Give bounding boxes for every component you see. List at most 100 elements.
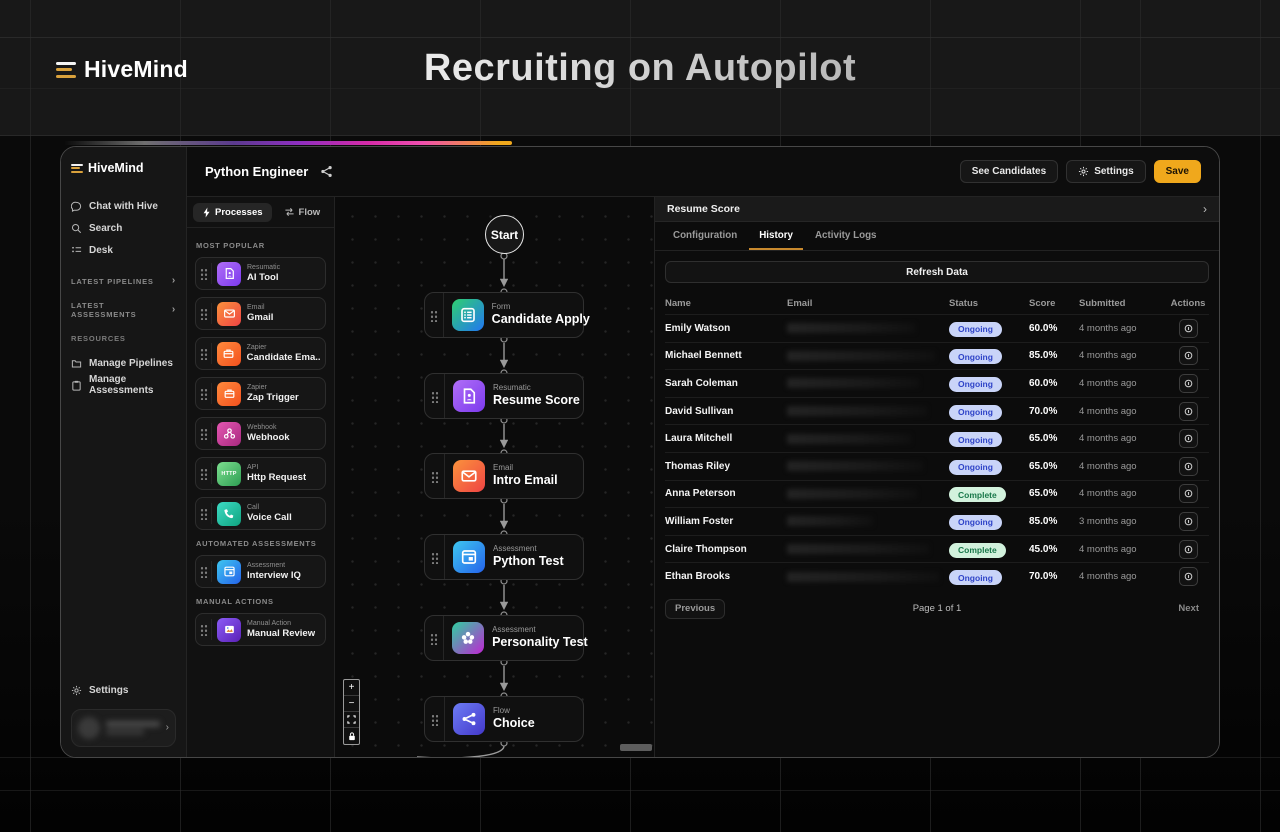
- flow-canvas[interactable]: Start FormCandidate Apply ResumaticResum…: [335, 197, 655, 757]
- drag-handle-icon[interactable]: [425, 697, 445, 741]
- view-candidate-button[interactable]: [1179, 429, 1198, 448]
- button-label: Save: [1166, 166, 1189, 177]
- panel-header-resume-score[interactable]: Resume Score ›: [655, 197, 1219, 222]
- drag-handle-icon[interactable]: [425, 616, 444, 660]
- user-profile-card[interactable]: ›: [71, 709, 176, 747]
- view-candidate-button[interactable]: [1179, 484, 1198, 503]
- user-profile-blurred: [78, 717, 160, 739]
- process-item-manual-review[interactable]: Manual ActionManual Review: [195, 613, 326, 646]
- process-item-http-request[interactable]: HTTP APIHttp Request: [195, 457, 326, 490]
- flow-node-python-test[interactable]: AssessmentPython Test: [424, 534, 584, 580]
- redacted-email: [787, 351, 935, 361]
- view-candidate-button[interactable]: [1179, 346, 1198, 365]
- table-row[interactable]: Claire Thompson Complete 45.0% 4 months …: [665, 535, 1209, 563]
- process-item-voice-call[interactable]: CallVoice Call: [195, 497, 326, 530]
- drag-handle-icon[interactable]: [200, 507, 208, 520]
- drag-handle-icon[interactable]: [200, 427, 208, 440]
- node-category: Assessment: [493, 544, 564, 554]
- table-row[interactable]: Laura Mitchell Ongoing 65.0% 4 months ag…: [665, 424, 1209, 452]
- process-item-name: Webhook: [247, 432, 290, 444]
- share-icon[interactable]: [320, 165, 333, 178]
- sidebar-section-latest-assessments[interactable]: LATEST ASSESSMENTS ›: [71, 301, 176, 319]
- drag-handle-icon[interactable]: [200, 623, 208, 636]
- drag-handle-icon[interactable]: [425, 374, 445, 418]
- view-candidate-button[interactable]: [1179, 319, 1198, 338]
- status-badge: Complete: [949, 543, 1006, 558]
- start-label: Start: [491, 228, 518, 242]
- redacted-email: [787, 544, 929, 554]
- sidebar-item-search[interactable]: Search: [71, 217, 176, 239]
- start-node[interactable]: Start: [485, 215, 524, 254]
- process-item-webhook[interactable]: WebhookWebhook: [195, 417, 326, 450]
- table-row[interactable]: Ethan Brooks Ongoing 70.0% 4 months ago: [665, 562, 1209, 590]
- previous-page-button[interactable]: Previous: [665, 599, 725, 619]
- chevron-right-icon: ›: [172, 276, 176, 286]
- settings-button[interactable]: Settings: [1066, 160, 1145, 183]
- sidebar-item-desk[interactable]: Desk: [71, 239, 176, 261]
- drag-handle-icon[interactable]: [425, 293, 444, 337]
- tab-activity-logs[interactable]: Activity Logs: [805, 224, 887, 250]
- process-item-name: Manual Review: [247, 628, 315, 640]
- drag-handle-icon[interactable]: [200, 467, 208, 480]
- view-candidate-button[interactable]: [1179, 512, 1198, 531]
- process-item-candidate-email[interactable]: ZapierCandidate Ema...: [195, 337, 326, 370]
- process-item-category: Zapier: [247, 343, 320, 352]
- save-button[interactable]: Save: [1154, 160, 1201, 183]
- sidebar-item-manage-pipelines[interactable]: Manage Pipelines: [71, 352, 176, 374]
- sidebar-item-chat-with-hive[interactable]: Chat with Hive: [71, 195, 176, 217]
- table-row[interactable]: Sarah Coleman Ongoing 60.0% 4 months ago: [665, 369, 1209, 397]
- view-candidate-button[interactable]: [1179, 457, 1198, 476]
- tab-configuration[interactable]: Configuration: [663, 224, 747, 250]
- node-name: Candidate Apply: [492, 312, 583, 328]
- table-row[interactable]: Thomas Riley Ongoing 65.0% 4 months ago: [665, 452, 1209, 480]
- see-candidates-button[interactable]: See Candidates: [960, 160, 1058, 183]
- drag-handle-icon[interactable]: [425, 454, 445, 498]
- node-category: Resumatic: [493, 383, 580, 393]
- process-item-ai-tool[interactable]: ResumaticAI Tool: [195, 257, 326, 290]
- tab-flow[interactable]: Flow: [278, 203, 327, 222]
- table-row[interactable]: Anna Peterson Complete 65.0% 4 months ag…: [665, 480, 1209, 508]
- sidebar-section-latest-pipelines[interactable]: LATEST PIPELINES ›: [71, 276, 176, 286]
- view-icon: [1183, 544, 1194, 555]
- view-candidate-button[interactable]: [1179, 402, 1198, 421]
- table-row[interactable]: David Sullivan Ongoing 70.0% 4 months ag…: [665, 397, 1209, 425]
- process-item-interview-iq[interactable]: AssessmentInterview IQ: [195, 555, 326, 588]
- process-item-zap-trigger[interactable]: ZapierZap Trigger: [195, 377, 326, 410]
- table-row[interactable]: Michael Bennett Ongoing 85.0% 4 months a…: [665, 342, 1209, 370]
- flow-node-intro-email[interactable]: EmailIntro Email: [424, 453, 584, 499]
- lock-button[interactable]: [344, 728, 359, 744]
- table-row[interactable]: Emily Watson Ongoing 60.0% 4 months ago: [665, 314, 1209, 342]
- view-candidate-button[interactable]: [1179, 567, 1198, 586]
- table-row[interactable]: William Foster Ongoing 85.0% 3 months ag…: [665, 507, 1209, 535]
- drag-handle-icon[interactable]: [200, 387, 208, 400]
- sidebar-brand-name: HiveMind: [88, 161, 144, 175]
- flow-node-resume-score[interactable]: ResumaticResume Score: [424, 373, 584, 419]
- drag-handle-icon[interactable]: [200, 565, 208, 578]
- sidebar-item-label: Manage Assessments: [89, 374, 176, 396]
- drag-handle-icon[interactable]: [200, 347, 208, 360]
- sidebar-item-settings[interactable]: Settings: [71, 679, 176, 701]
- zoom-in-button[interactable]: +: [344, 680, 359, 696]
- flow-node-personality-test[interactable]: AssessmentPersonality Test: [424, 615, 584, 661]
- tab-processes[interactable]: Processes: [193, 203, 272, 222]
- drag-handle-icon[interactable]: [425, 535, 445, 579]
- canvas-horizontal-scrollbar[interactable]: [620, 744, 652, 751]
- tab-label: Flow: [299, 207, 321, 218]
- flow-node-choice[interactable]: FlowChoice: [424, 696, 584, 742]
- next-page-button[interactable]: Next: [1168, 599, 1209, 619]
- zoom-out-button[interactable]: −: [344, 696, 359, 712]
- column-header: Actions: [1167, 298, 1209, 309]
- gradient-streak-top: [64, 141, 512, 145]
- process-panel-tabs: Processes Flow: [187, 197, 334, 228]
- drag-handle-icon[interactable]: [200, 307, 208, 320]
- refresh-data-button[interactable]: Refresh Data: [665, 261, 1209, 283]
- process-item-gmail[interactable]: EmailGmail: [195, 297, 326, 330]
- fit-view-button[interactable]: [344, 712, 359, 728]
- flow-node-candidate-apply[interactable]: FormCandidate Apply: [424, 292, 584, 338]
- view-candidate-button[interactable]: [1179, 540, 1198, 559]
- sidebar-logo[interactable]: HiveMind: [71, 161, 176, 175]
- sidebar-item-manage-assessments[interactable]: Manage Assessments: [71, 374, 176, 396]
- tab-history[interactable]: History: [749, 224, 803, 250]
- drag-handle-icon[interactable]: [200, 267, 208, 280]
- view-candidate-button[interactable]: [1179, 374, 1198, 393]
